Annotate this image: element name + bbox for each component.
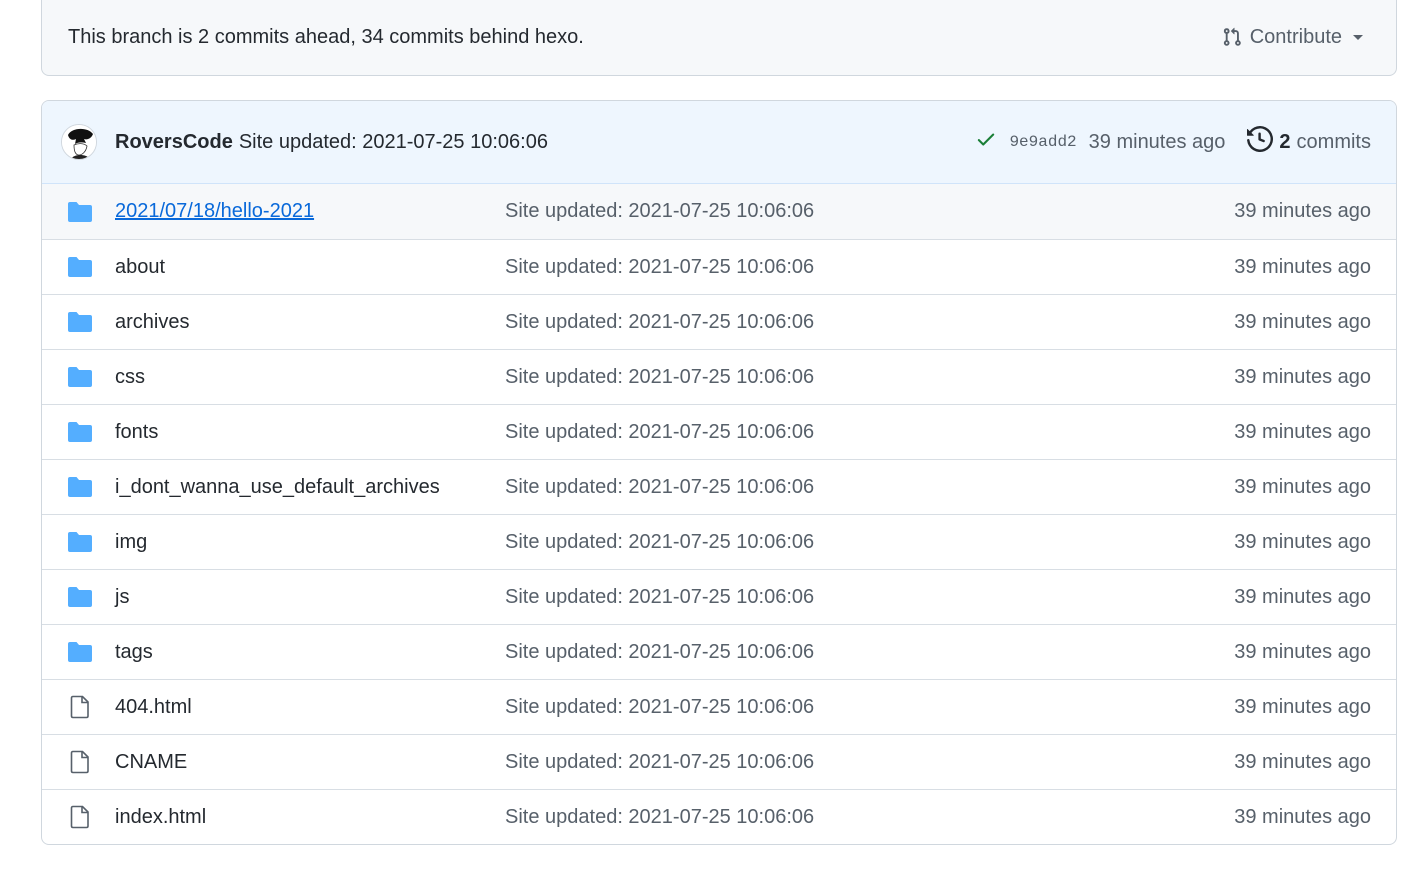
file-commit-time: 39 minutes ago xyxy=(1234,255,1371,278)
folder-icon xyxy=(67,366,93,388)
file-commit-message-link[interactable]: Site updated: 2021-07-25 10:06:06 xyxy=(505,421,814,444)
file-name-link[interactable]: tags xyxy=(115,641,153,664)
file-commit-time: 39 minutes ago xyxy=(1234,200,1371,222)
file-commit-time: 39 minutes ago xyxy=(1234,310,1371,333)
table-row[interactable]: img Site updated: 2021-07-25 10:06:06 39 m… xyxy=(42,514,1396,569)
file-name-link[interactable]: archives xyxy=(115,311,189,334)
folder-icon xyxy=(67,586,93,608)
file-name-link[interactable]: fonts xyxy=(115,421,158,444)
branch-status-bar: This branch is 2 commits ahead, 34 commi… xyxy=(41,0,1397,76)
commit-author-link[interactable]: RoversCode xyxy=(115,131,233,154)
file-name-link[interactable]: i_dont_wanna_use_default_archives xyxy=(115,476,440,499)
file-commit-time: 39 minutes ago xyxy=(1234,750,1371,773)
commit-time: 39 minutes ago xyxy=(1088,130,1226,153)
table-row[interactable]: index.html Site updated: 2021-07-25 10:06… xyxy=(42,789,1396,844)
file-name-link[interactable]: img xyxy=(115,531,147,554)
table-row[interactable]: i_dont_wanna_use_default_archives Site up… xyxy=(42,459,1396,514)
file-name-link[interactable]: 2021/07/18/hello-2021 xyxy=(115,200,314,223)
file-commit-message-link[interactable]: Site updated: 2021-07-25 10:06:06 xyxy=(505,531,814,554)
file-icon xyxy=(67,750,93,774)
folder-icon xyxy=(67,641,93,663)
history-icon[interactable] xyxy=(1247,125,1274,158)
table-row[interactable]: 404.html Site updated: 2021-07-25 10:06:0… xyxy=(42,679,1396,734)
folder-icon xyxy=(67,531,93,553)
file-commit-message-link[interactable]: Site updated: 2021-07-25 10:06:06 xyxy=(505,696,814,719)
file-name-link[interactable]: index.html xyxy=(115,806,206,829)
file-commit-message-link[interactable]: Site updated: 2021-07-25 10:06:06 xyxy=(505,641,814,664)
table-row[interactable]: css Site updated: 2021-07-25 10:06:06 39 m… xyxy=(42,349,1396,404)
contribute-button[interactable]: Contribute xyxy=(1222,26,1366,49)
file-icon xyxy=(67,805,93,829)
file-list: 2021/07/18/hello-2021 Site updated: 2021-… xyxy=(42,184,1396,844)
commit-meta: 9e9add2 39 minutes ago 2 commits xyxy=(975,125,1371,158)
table-row[interactable]: 2021/07/18/hello-2021 Site updated: 2021-… xyxy=(42,184,1396,239)
table-row[interactable]: js Site updated: 2021-07-25 10:06:06 39 mi… xyxy=(42,569,1396,624)
file-name-link[interactable]: css xyxy=(115,366,145,389)
folder-icon xyxy=(67,256,93,278)
table-row[interactable]: tags Site updated: 2021-07-25 10:06:06 39 … xyxy=(42,624,1396,679)
file-commit-time: 39 minutes ago xyxy=(1234,475,1371,498)
file-commit-time: 39 minutes ago xyxy=(1234,805,1371,828)
file-commit-message-link[interactable]: Site updated: 2021-07-25 10:06:06 xyxy=(505,366,814,389)
file-commit-message-link[interactable]: Site updated: 2021-07-25 10:06:06 xyxy=(505,200,814,223)
file-commit-time: 39 minutes ago xyxy=(1234,585,1371,608)
table-row[interactable]: about Site updated: 2021-07-25 10:06:06 39… xyxy=(42,239,1396,294)
file-commit-message-link[interactable]: Site updated: 2021-07-25 10:06:06 xyxy=(505,311,814,334)
file-commit-time: 39 minutes ago xyxy=(1234,365,1371,388)
file-commit-time: 39 minutes ago xyxy=(1234,695,1371,718)
file-name-link[interactable]: about xyxy=(115,256,165,279)
file-commit-time: 39 minutes ago xyxy=(1234,640,1371,663)
table-row[interactable]: CNAME Site updated: 2021-07-25 10:06:06 39… xyxy=(42,734,1396,789)
commit-sha-link[interactable]: 9e9add2 xyxy=(1009,133,1076,151)
file-commit-message-link[interactable]: Site updated: 2021-07-25 10:06:06 xyxy=(505,751,814,774)
branch-status-text: This branch is 2 commits ahead, 34 commi… xyxy=(68,25,584,48)
folder-icon xyxy=(67,421,93,443)
avatar[interactable] xyxy=(61,124,97,160)
caret-down-icon xyxy=(1350,29,1366,45)
commit-count[interactable]: 2 xyxy=(1279,131,1290,154)
file-commit-message-link[interactable]: Site updated: 2021-07-25 10:06:06 xyxy=(505,476,814,499)
file-commit-message-link[interactable]: Site updated: 2021-07-25 10:06:06 xyxy=(505,586,814,609)
folder-icon xyxy=(67,311,93,333)
contribute-label: Contribute xyxy=(1249,25,1342,48)
file-commit-message-link[interactable]: Site updated: 2021-07-25 10:06:06 xyxy=(505,806,814,829)
commit-count-label[interactable]: commits xyxy=(1297,131,1371,154)
table-row[interactable]: archives Site updated: 2021-07-25 10:06:0… xyxy=(42,294,1396,349)
file-name-link[interactable]: 404.html xyxy=(115,696,192,719)
folder-icon xyxy=(67,476,93,498)
check-icon[interactable] xyxy=(975,128,997,156)
file-browser: RoversCode Site updated: 2021-07-25 10:0… xyxy=(41,100,1397,845)
file-icon xyxy=(67,695,93,719)
folder-icon xyxy=(67,201,93,223)
file-name-link[interactable]: CNAME xyxy=(115,751,187,774)
pull-request-icon xyxy=(1222,26,1242,48)
file-commit-message-link[interactable]: Site updated: 2021-07-25 10:06:06 xyxy=(505,256,814,279)
commit-message-link[interactable]: Site updated: 2021-07-25 10:06:06 xyxy=(239,131,548,154)
table-row[interactable]: fonts Site updated: 2021-07-25 10:06:06 39… xyxy=(42,404,1396,459)
latest-commit-bar: RoversCode Site updated: 2021-07-25 10:0… xyxy=(42,101,1396,184)
file-commit-time: 39 minutes ago xyxy=(1234,530,1371,553)
file-name-link[interactable]: js xyxy=(115,586,129,609)
file-commit-time: 39 minutes ago xyxy=(1234,420,1371,443)
